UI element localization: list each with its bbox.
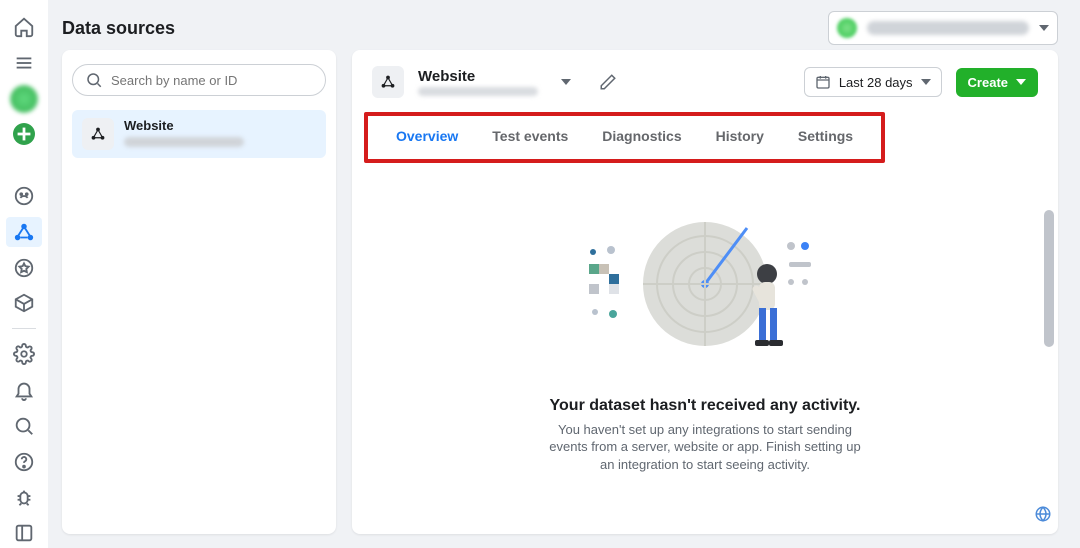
datasource-detail-panel: Website Last 28 days Create	[352, 50, 1058, 534]
detail-header-title: Website	[418, 68, 538, 85]
calendar-icon	[815, 74, 831, 90]
left-icon-rail	[0, 0, 48, 548]
content-row: Website Website	[48, 44, 1072, 548]
pencil-icon	[599, 73, 617, 91]
main-column: Data sources Website	[48, 0, 1080, 548]
add-button[interactable]	[6, 119, 42, 149]
date-range-label: Last 28 days	[839, 75, 913, 90]
search-input[interactable]	[111, 73, 313, 88]
account-picker[interactable]	[828, 11, 1058, 45]
panel-icon[interactable]	[6, 518, 42, 548]
current-account-avatar[interactable]	[6, 84, 42, 114]
datasource-list-item[interactable]: Website	[72, 110, 326, 158]
tab-overview[interactable]: Overview	[390, 116, 464, 159]
account-name-redacted	[867, 21, 1029, 35]
chevron-down-icon	[561, 79, 571, 85]
rail-divider	[12, 328, 36, 329]
detail-header-sub-redacted	[418, 87, 538, 96]
page-title: Data sources	[62, 18, 175, 39]
gauge-icon[interactable]	[6, 181, 42, 211]
scrollbar-thumb[interactable]	[1044, 210, 1054, 347]
date-range-picker[interactable]: Last 28 days	[804, 67, 942, 97]
datasource-list-panel: Website	[62, 50, 336, 534]
create-button-label: Create	[968, 75, 1008, 90]
tab-history[interactable]: History	[710, 116, 770, 159]
chevron-down-icon	[921, 79, 931, 85]
empty-state: Your dataset hasn't received any activit…	[352, 163, 1058, 534]
datasource-item-label: Website	[124, 118, 244, 133]
notifications-icon[interactable]	[6, 375, 42, 405]
account-avatar	[837, 18, 857, 38]
datasource-item-icon	[82, 118, 114, 150]
edit-dataset-button[interactable]	[594, 68, 622, 96]
chevron-down-icon	[1039, 25, 1049, 31]
settings-icon[interactable]	[6, 339, 42, 369]
search-input-wrap[interactable]	[72, 64, 326, 96]
scrollbar[interactable]	[1044, 210, 1054, 514]
home-icon[interactable]	[6, 12, 42, 42]
chevron-down-icon	[1016, 79, 1026, 85]
datasources-nav-icon[interactable]	[6, 217, 42, 247]
menu-icon[interactable]	[6, 48, 42, 78]
dataset-dropdown[interactable]	[552, 68, 580, 96]
detail-header-title-wrap: Website	[418, 68, 538, 96]
tab-test-events[interactable]: Test events	[486, 116, 574, 159]
help-icon[interactable]	[6, 447, 42, 477]
detail-header-icon	[372, 66, 404, 98]
datasource-item-id-redacted	[124, 137, 244, 147]
star-badge-icon[interactable]	[6, 253, 42, 283]
tab-settings[interactable]: Settings	[792, 116, 859, 159]
globe-icon[interactable]	[1034, 505, 1052, 528]
bug-icon[interactable]	[6, 482, 42, 512]
create-button[interactable]: Create	[956, 68, 1038, 97]
empty-state-title: Your dataset hasn't received any activit…	[550, 397, 861, 415]
search-icon	[85, 71, 103, 89]
empty-state-desc: You haven't set up any integrations to s…	[545, 421, 865, 474]
search-nav-icon[interactable]	[6, 411, 42, 441]
detail-header: Website Last 28 days Create	[352, 50, 1058, 106]
tabs-highlighted-box: Overview Test events Diagnostics History…	[364, 112, 885, 163]
tab-diagnostics[interactable]: Diagnostics	[596, 116, 687, 159]
empty-state-illustration	[575, 204, 835, 379]
package-icon[interactable]	[6, 289, 42, 319]
topbar: Data sources	[48, 0, 1072, 44]
